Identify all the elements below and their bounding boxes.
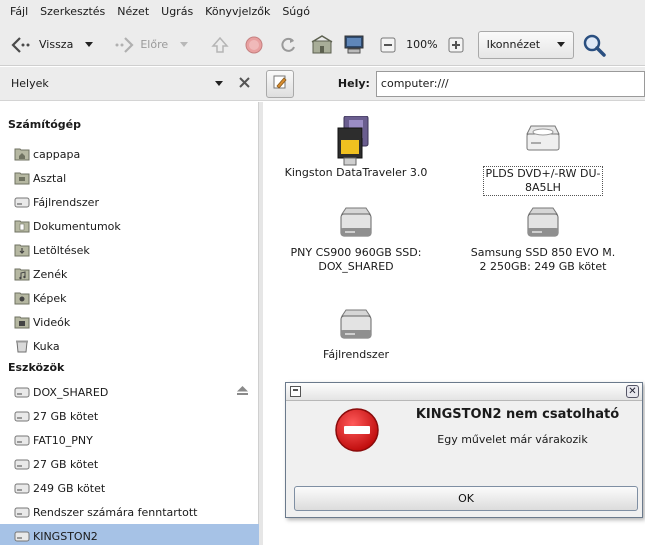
sidebar-item-documents[interactable]: Dokumentumok — [0, 214, 259, 238]
toolbar: Vissza Előre 100% Ikonnézet — [0, 24, 645, 66]
desktop-folder-icon — [14, 171, 30, 185]
stop-icon[interactable] — [242, 33, 266, 57]
computer-icon[interactable] — [342, 33, 366, 57]
ok-button[interactable]: OK — [294, 486, 638, 511]
sidebar-item-device[interactable]: Rendszer számára fenntartott — [0, 500, 259, 524]
view-mode-select[interactable]: Ikonnézet — [477, 30, 574, 59]
drive-icon — [14, 529, 30, 543]
menu-file[interactable]: Fájl — [4, 0, 34, 24]
chevron-down-icon — [556, 42, 565, 47]
close-sidebar-icon[interactable] — [239, 76, 250, 91]
location-bar: Hely: computer:/// — [262, 67, 645, 101]
sidebar-item-device-selected[interactable]: KINGSTON2 — [0, 524, 259, 545]
music-folder-icon — [14, 267, 30, 281]
drive-item-filesystem[interactable]: Fájlrendszer — [281, 302, 431, 362]
up-arrow-icon[interactable] — [208, 33, 232, 57]
location-input[interactable]: computer:/// — [375, 70, 645, 97]
menu-bar: Fájl Szerkesztés Nézet Ugrás Könyvjelzők… — [0, 0, 645, 24]
sidebar-type-chevron-icon[interactable] — [215, 81, 223, 86]
menu-bookmarks[interactable]: Könyvjelzők — [199, 0, 276, 24]
zoom-level: 100% — [406, 38, 438, 51]
pictures-folder-icon — [14, 291, 30, 305]
section-devices: Eszközök — [8, 361, 65, 374]
menu-edit[interactable]: Szerkesztés — [34, 0, 111, 24]
drive-icon — [14, 457, 30, 471]
sidebar-header: Helyek — [0, 67, 262, 101]
error-dialog: ✕ KINGSTON2 nem csatolható Egy művelet m… — [285, 382, 643, 518]
forward-history-chevron-icon[interactable] — [180, 42, 189, 47]
drive-item-pny[interactable]: PNY CS900 960GB SSD: DOX_SHARED — [281, 200, 431, 274]
sidebar-type-label: Helyek — [11, 77, 49, 90]
menu-go[interactable]: Ugrás — [155, 0, 199, 24]
downloads-folder-icon — [14, 243, 30, 257]
sidebar-item-device[interactable]: 27 GB kötet — [0, 404, 259, 428]
back-history-chevron-icon[interactable] — [85, 42, 94, 47]
drive-icon — [14, 385, 30, 399]
toggle-location-edit-button[interactable] — [266, 69, 294, 98]
close-icon[interactable]: ✕ — [626, 385, 639, 398]
hard-drive-icon — [281, 302, 431, 348]
usb-drive-icon — [281, 112, 431, 166]
eject-icon[interactable] — [236, 385, 249, 399]
sidebar-item-device[interactable]: 249 GB kötet — [0, 476, 259, 500]
sidebar: Számítógép cappapa Asztal Fájlrendszer D… — [0, 102, 259, 545]
home-icon[interactable] — [310, 33, 334, 57]
trash-icon — [14, 339, 30, 353]
drive-item-kingston[interactable]: Kingston DataTraveler 3.0 — [281, 112, 431, 180]
drive-item-samsung[interactable]: Samsung SSD 850 EVO M. 2 250GB: 249 GB k… — [465, 200, 621, 274]
drive-icon — [14, 481, 30, 495]
drive-icon — [14, 195, 30, 209]
drive-icon — [14, 433, 30, 447]
dialog-heading: KINGSTON2 nem csatolható — [415, 407, 620, 422]
section-computer: Számítógép — [8, 118, 82, 131]
search-icon[interactable] — [582, 33, 606, 57]
view-mode-value: Ikonnézet — [486, 38, 541, 51]
hard-drive-icon — [465, 200, 621, 246]
videos-folder-icon — [14, 315, 30, 329]
dialog-titlebar: ✕ — [286, 383, 642, 401]
hard-drive-icon — [281, 200, 431, 246]
sidebar-item-device[interactable]: 27 GB kötet — [0, 452, 259, 476]
location-label: Hely: — [337, 77, 370, 90]
forward-arrow-icon — [111, 33, 135, 57]
menu-help[interactable]: Súgó — [276, 0, 316, 24]
sidebar-item-downloads[interactable]: Letöltések — [0, 238, 259, 262]
back-button[interactable]: Vissza — [6, 30, 77, 60]
drive-icon — [14, 409, 30, 423]
reload-icon[interactable] — [276, 33, 300, 57]
documents-folder-icon — [14, 219, 30, 233]
back-arrow-icon — [10, 33, 34, 57]
sidebar-item-desktop[interactable]: Asztal — [0, 166, 259, 190]
sidebar-item-trash[interactable]: Kuka — [0, 334, 259, 358]
zoom-in-icon[interactable] — [444, 33, 468, 57]
sidebar-item-device[interactable]: FAT10_PNY — [0, 428, 259, 452]
home-folder-icon — [14, 147, 30, 161]
forward-button[interactable]: Előre — [107, 30, 172, 60]
sidebar-item-videos[interactable]: Videók — [0, 310, 259, 334]
optical-drive-icon — [468, 112, 618, 166]
dialog-message: Egy művelet már várakozik — [437, 433, 588, 446]
pencil-icon — [272, 74, 288, 93]
sidebar-item-device[interactable]: DOX_SHARED — [0, 380, 259, 404]
sidebar-item-pictures[interactable]: Képek — [0, 286, 259, 310]
sidebar-item-filesystem[interactable]: Fájlrendszer — [0, 190, 259, 214]
drive-item-dvd[interactable]: PLDS DVD+/-RW DU- 8A5LH — [468, 112, 618, 196]
zoom-out-icon[interactable] — [376, 33, 400, 57]
drive-icon — [14, 505, 30, 519]
menu-view[interactable]: Nézet — [111, 0, 155, 24]
window-menu-icon[interactable] — [290, 386, 301, 397]
sidebar-item-home[interactable]: cappapa — [0, 142, 259, 166]
sidebar-item-music[interactable]: Zenék — [0, 262, 259, 286]
